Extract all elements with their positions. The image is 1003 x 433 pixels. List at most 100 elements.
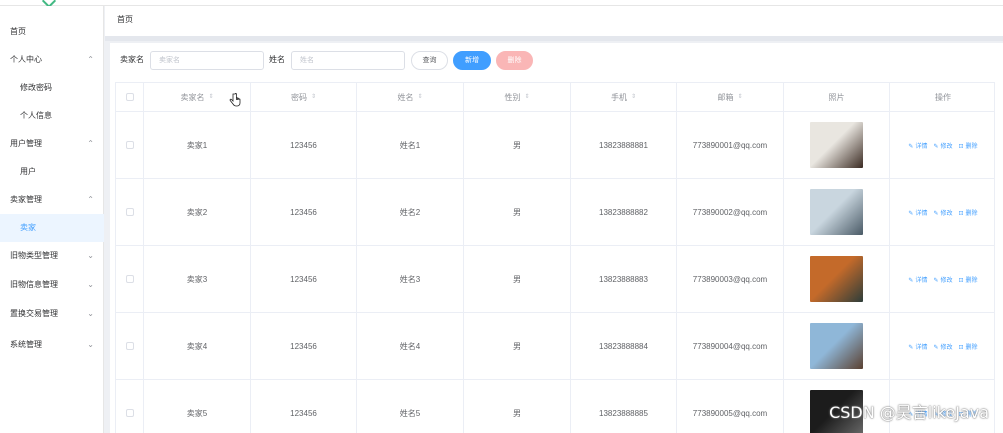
column-header-3[interactable]: 性别 ⇕: [464, 83, 571, 111]
sidebar-item-4[interactable]: 用户管理 ⌃: [0, 130, 104, 158]
seller-photo: [810, 323, 863, 369]
row-checkbox[interactable]: [125, 342, 134, 350]
cell-password-text: 123456: [290, 207, 317, 217]
edit-link-label: 修改: [940, 143, 953, 150]
sidebar-item-7[interactable]: 卖家: [0, 214, 104, 242]
column-header-label: 密码: [290, 92, 307, 102]
detail-link[interactable]: ✎ 详情: [908, 275, 927, 284]
cell-gender: 男: [464, 179, 571, 245]
column-header-2[interactable]: 姓名 ⇕: [357, 83, 464, 111]
detail-link[interactable]: ✎ 详情: [908, 342, 927, 351]
column-header-label: 邮箱: [717, 92, 734, 102]
cell-seller-text: 卖家2: [186, 207, 208, 217]
cell-gender-text: 男: [513, 274, 521, 284]
cell-name-text: 姓名5: [399, 408, 421, 418]
row-actions: ✎ 详情 ✎ 修改 ⊡ 删除: [908, 275, 977, 284]
sort-icon[interactable]: ⇕: [417, 94, 422, 100]
seller-input[interactable]: [150, 51, 264, 70]
sort-icon[interactable]: ⇕: [631, 94, 636, 100]
cell-name: 姓名3: [357, 246, 464, 312]
table-header: 卖家名 ⇕ 密码 ⇕ 姓名 ⇕ 性别 ⇕ 手机 ⇕ 邮箱 ⇕ 照片 操作: [116, 83, 994, 112]
edit-link[interactable]: ✎ 修改: [933, 275, 952, 284]
sidebar-item-8[interactable]: 旧物类型管理 ⌄: [0, 242, 104, 270]
cell-name: 姓名4: [357, 313, 464, 379]
search-form: 卖家名 姓名 查询 新增 删除: [115, 50, 995, 70]
delete-link[interactable]: ⊡ 删除: [959, 208, 978, 217]
cell-phone-text: 13823888883: [599, 274, 648, 284]
sidebar-menu: 首页 个人中心 ⌃ 修改密码 个人信息 用户管理 ⌃ 用户 卖家管理 ⌃ 卖家 旧物类型管理 ⌄ 旧物信息…: [0, 6, 104, 433]
row-select-cell: [116, 380, 144, 433]
sidebar-item-3[interactable]: 个人信息: [0, 102, 104, 130]
sidebar-item-2[interactable]: 修改密码: [0, 74, 104, 102]
chevron-up-icon: ⌃: [87, 195, 94, 204]
cell-name: 姓名2: [357, 179, 464, 245]
column-header-5[interactable]: 邮箱 ⇕: [677, 83, 784, 111]
column-header-1[interactable]: 密码 ⇕: [251, 83, 357, 111]
cell-password-text: 123456: [290, 408, 317, 418]
chevron-down-icon: ⌄: [87, 251, 94, 260]
delete-link-label: 删除: [965, 210, 978, 217]
detail-link[interactable]: ✎ 详情: [908, 208, 927, 217]
row-select-cell: [116, 313, 144, 379]
cell-name-text: 姓名2: [399, 207, 421, 217]
cell-gender-text: 男: [513, 140, 521, 150]
cell-seller: 卖家1: [144, 112, 251, 178]
row-checkbox[interactable]: [125, 409, 134, 417]
edit-link[interactable]: ✎ 修改: [933, 342, 952, 351]
sidebar-item-6[interactable]: 卖家管理 ⌃: [0, 186, 104, 214]
edit-link[interactable]: ✎ 修改: [933, 141, 952, 150]
trash-icon: ⊡: [958, 210, 964, 217]
row-checkbox[interactable]: [125, 208, 134, 216]
detail-link[interactable]: ✎ 详情: [908, 141, 927, 150]
cell-seller: 卖家4: [144, 313, 251, 379]
sidebar-item-0[interactable]: 首页: [0, 18, 104, 46]
delete-link[interactable]: ⊡ 删除: [959, 342, 978, 351]
cell-email: 773890001@qq.com: [677, 112, 784, 178]
sort-icon[interactable]: ⇕: [208, 94, 213, 100]
cell-password-text: 123456: [290, 341, 317, 351]
sidebar-item-11[interactable]: 系统管理 ⌄: [0, 331, 104, 359]
cell-email-text: 773890005@qq.com: [692, 408, 768, 418]
row-select-cell: [116, 112, 144, 178]
column-header-4[interactable]: 手机 ⇕: [571, 83, 677, 111]
sidebar-item-label: 个人中心: [10, 55, 42, 64]
sort-icon[interactable]: ⇕: [737, 94, 742, 100]
sidebar-item-9[interactable]: 旧物信息管理 ⌄: [0, 271, 104, 299]
cell-password: 123456: [251, 179, 357, 245]
table-row: 卖家3 123456 姓名3 男 13823888883 773890003@qq.com…: [116, 246, 994, 313]
seller-table: 卖家名 ⇕ 密码 ⇕ 姓名 ⇕ 性别 ⇕ 手机 ⇕ 邮箱 ⇕ 照片 操作 卖家1 123456 姓名1 男 1382…: [115, 82, 995, 433]
sidebar-item-10[interactable]: 置换交易管理 ⌄: [0, 300, 104, 328]
edit-link[interactable]: ✎ 修改: [933, 208, 952, 217]
column-header-6: 照片: [784, 83, 890, 111]
seller-label: 卖家名: [120, 55, 144, 64]
edit-link-label: 修改: [940, 277, 953, 284]
delete-button[interactable]: 删除: [496, 51, 533, 70]
edit-pen-icon: ✎: [908, 344, 914, 351]
add-button[interactable]: 新增: [453, 51, 491, 70]
cell-password-text: 123456: [290, 140, 317, 150]
edit-link-label: 修改: [940, 344, 953, 351]
watermark: CSDN @昊言likeJava: [829, 403, 989, 422]
delete-link[interactable]: ⊡ 删除: [959, 275, 978, 284]
row-checkbox[interactable]: [125, 275, 134, 283]
sidebar-item-5[interactable]: 用户: [0, 158, 104, 186]
breadcrumb-home[interactable]: 首页: [117, 15, 133, 24]
cell-gender-text: 男: [513, 408, 521, 418]
trash-icon: ⊡: [958, 143, 964, 150]
query-button[interactable]: 查询: [411, 51, 448, 70]
cell-gender: 男: [464, 313, 571, 379]
cell-seller-text: 卖家4: [186, 341, 208, 351]
column-header-label: 卖家名: [180, 92, 205, 102]
row-checkbox[interactable]: [125, 141, 134, 149]
detail-link-label: 详情: [915, 143, 928, 150]
sort-icon[interactable]: ⇕: [524, 94, 529, 100]
edit-link-label: 修改: [940, 210, 953, 217]
sort-icon[interactable]: ⇕: [311, 94, 316, 100]
name-input[interactable]: [291, 51, 405, 70]
sidebar-item-label: 置换交易管理: [10, 309, 58, 318]
sidebar-item-label: 旧物类型管理: [10, 251, 58, 260]
edit-pen-icon: ✎: [908, 143, 914, 150]
sidebar-item-1[interactable]: 个人中心 ⌃: [0, 46, 104, 74]
delete-link[interactable]: ⊡ 删除: [959, 141, 978, 150]
select-all-checkbox[interactable]: [125, 93, 134, 101]
